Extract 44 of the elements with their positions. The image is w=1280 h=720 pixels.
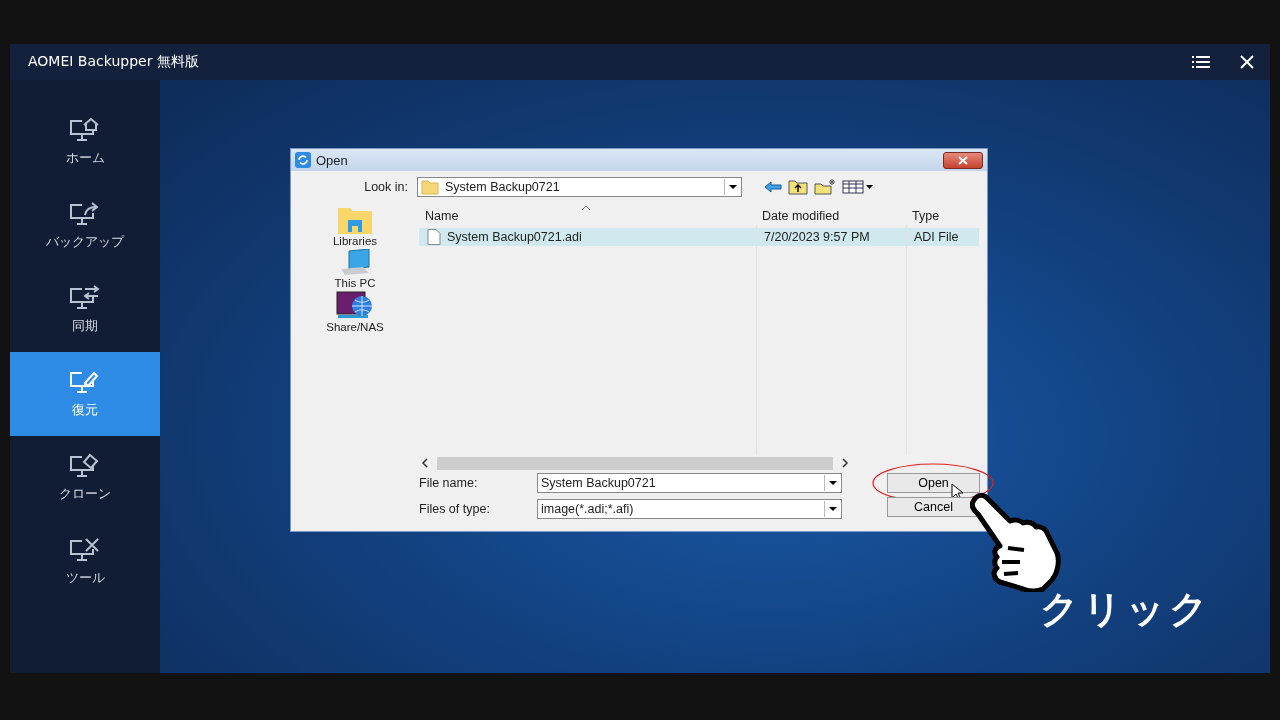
sidebar-item[interactable]: ホーム [10, 100, 160, 184]
sidebar-item[interactable]: クローン [10, 436, 160, 520]
folder-icon [421, 179, 439, 195]
click-annotation: クリック [1040, 586, 1212, 633]
file-name: System Backup0721.adi [447, 230, 582, 244]
view-menu-icon[interactable] [842, 180, 874, 194]
app-logo-icon [295, 152, 311, 168]
close-icon[interactable] [1240, 55, 1254, 69]
look-in-label: Look in: [363, 180, 409, 194]
place-item[interactable]: This PC [334, 249, 376, 289]
open-button[interactable]: Open [887, 473, 980, 493]
monitor-tools-icon [68, 537, 102, 563]
monitor-arrows-icon [68, 285, 102, 311]
file-name-label: File name: [419, 476, 479, 490]
dialog-title: Open [316, 152, 349, 168]
file-date: 7/20/2023 9:57 PM [763, 230, 871, 244]
app-title: AOMEI Backupper 無料版 [28, 53, 199, 71]
sidebar-item[interactable]: ツール [10, 520, 160, 604]
network-globe-icon [336, 291, 374, 321]
close-button[interactable] [943, 151, 983, 169]
sidebar-item[interactable]: 同期 [10, 268, 160, 352]
column-header[interactable]: Type [906, 207, 979, 225]
document-icon [427, 229, 441, 245]
scrollbar-thumb[interactable] [437, 456, 833, 470]
back-arrow-icon[interactable] [764, 181, 782, 193]
file-name-field[interactable]: System Backup0721 [537, 473, 842, 493]
look-in-dropdown[interactable]: System Backup0721 [417, 177, 742, 197]
sort-caret-icon [581, 205, 591, 211]
file-row[interactable]: System Backup0721.adi 7/20/2023 9:57 PM ADI File [419, 228, 979, 246]
close-icon [958, 155, 968, 165]
place-item[interactable]: Share/NAS [326, 291, 384, 333]
column-header[interactable]: Name [419, 207, 756, 225]
place-item[interactable]: Libraries [332, 207, 378, 247]
file-type-dropdown[interactable]: image(*.adi;*.afi) [537, 499, 842, 519]
scroll-left-icon[interactable] [419, 458, 431, 468]
scroll-right-icon[interactable] [839, 458, 851, 468]
file-type-label: Files of type: [419, 502, 491, 516]
file-type: ADI File [913, 230, 960, 244]
library-folder-icon [337, 207, 373, 235]
column-header[interactable]: Date modified [756, 207, 906, 225]
menu-icon[interactable] [1192, 55, 1210, 69]
new-folder-icon[interactable] [814, 179, 836, 195]
sidebar-item[interactable]: バックアップ [10, 184, 160, 268]
folder-up-icon[interactable] [788, 179, 808, 195]
